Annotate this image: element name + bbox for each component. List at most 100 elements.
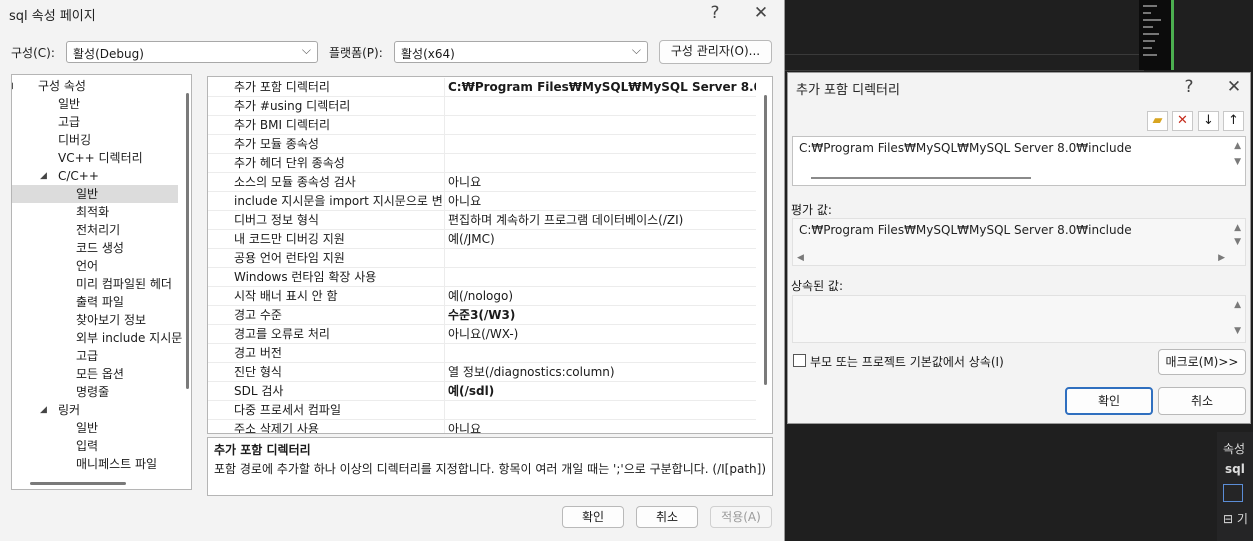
config-combo[interactable]: 활성(Debug) ⌵: [66, 41, 318, 63]
expand-icon[interactable]: ◢: [12, 77, 13, 95]
tree-item[interactable]: 명령줄: [12, 383, 178, 401]
include-ok-button[interactable]: 확인: [1065, 387, 1153, 415]
config-value: 활성(Debug): [73, 47, 144, 61]
tree-item[interactable]: 일반: [12, 185, 178, 203]
tree-item[interactable]: ◢ 구성 속성: [12, 77, 178, 95]
close-button[interactable]: ✕: [1223, 76, 1245, 98]
property-row[interactable]: 다중 프로세서 컴파일: [208, 401, 756, 420]
property-value[interactable]: 예(/JMC): [448, 230, 756, 249]
property-value[interactable]: 예(/nologo): [448, 287, 756, 306]
tree-item[interactable]: ◢ C/C++: [12, 167, 178, 185]
property-value[interactable]: 열 정보(/diagnostics:column): [448, 363, 756, 382]
property-value[interactable]: 예(/sdl): [448, 382, 756, 401]
property-name: 추가 #using 디렉터리: [234, 99, 351, 113]
close-button[interactable]: ✕: [750, 2, 772, 24]
property-value[interactable]: 편집하며 계속하기 프로그램 데이터베이스(/ZI): [448, 211, 756, 230]
property-value[interactable]: 아니요: [448, 192, 756, 211]
scroll-left-icon[interactable]: ◀: [797, 253, 804, 263]
property-row[interactable]: 추가 #using 디렉터리: [208, 97, 756, 116]
property-row[interactable]: 경고 수준 수준3(/W3): [208, 306, 756, 325]
property-row[interactable]: 추가 헤더 단위 종속성: [208, 154, 756, 173]
move-down-icon[interactable]: ↓: [1198, 111, 1219, 131]
expand-icon[interactable]: ◢: [40, 401, 47, 419]
tree-item[interactable]: 출력 파일: [12, 293, 178, 311]
property-row[interactable]: 디버그 정보 형식 편집하며 계속하기 프로그램 데이터베이스(/ZI): [208, 211, 756, 230]
property-value[interactable]: 아니요: [448, 420, 756, 433]
new-folder-icon[interactable]: ▰: [1147, 111, 1168, 131]
config-manager-button[interactable]: 구성 관리자(O)...: [659, 40, 772, 64]
tree-item[interactable]: 코드 생성: [12, 239, 178, 257]
property-name: 주소 삭제기 사용: [234, 422, 319, 434]
tree-item[interactable]: 외부 include 지시문: [12, 329, 182, 347]
property-row[interactable]: 추가 모듈 종속성: [208, 135, 756, 154]
property-row[interactable]: SDL 검사 예(/sdl): [208, 382, 756, 401]
property-row[interactable]: 소스의 모듈 종속성 검사 아니요: [208, 173, 756, 192]
property-row[interactable]: 추가 BMI 디렉터리: [208, 116, 756, 135]
property-row[interactable]: 경고를 오류로 처리 아니요(/WX-): [208, 325, 756, 344]
tree-item-label: 일반: [76, 421, 99, 435]
evaluated-value: C:₩Program Files₩MySQL₩MySQL Server 8.0₩…: [799, 223, 1132, 237]
property-row[interactable]: 경고 버전: [208, 344, 756, 363]
tree-item[interactable]: 매니페스트 파일: [12, 455, 178, 473]
inherit-checkbox[interactable]: [793, 354, 806, 367]
tree-item[interactable]: 입력: [12, 437, 178, 455]
tree-vertical-scrollbar[interactable]: [186, 93, 189, 389]
platform-combo[interactable]: 활성(x64) ⌵: [394, 41, 648, 63]
property-value[interactable]: C:₩Program Files₩MySQL₩MySQL Server 8.0₩…: [448, 78, 756, 97]
tree-horizontal-scrollbar[interactable]: [30, 482, 126, 485]
property-value[interactable]: 아니요(/WX-): [448, 325, 756, 344]
scroll-down-icon[interactable]: ▼: [1234, 326, 1241, 336]
scroll-right-icon[interactable]: ▶: [1218, 253, 1225, 263]
scroll-down-icon[interactable]: ▼: [1234, 237, 1241, 247]
tree-item[interactable]: 고급: [12, 347, 178, 365]
tree-item[interactable]: 일반: [12, 419, 178, 437]
property-row[interactable]: 주소 삭제기 사용 아니요: [208, 420, 756, 434]
property-row[interactable]: include 지시문을 import 지시문으로 변 아니요: [208, 192, 756, 211]
apply-button[interactable]: 적용(A): [710, 506, 772, 528]
scroll-up-icon[interactable]: ▲: [1234, 223, 1241, 233]
tree-item-label: 출력 파일: [76, 295, 124, 309]
tree-item[interactable]: 일반: [12, 95, 178, 113]
tree-item[interactable]: 모든 옵션: [12, 365, 178, 383]
move-up-icon[interactable]: ↑: [1223, 111, 1244, 131]
tree-item[interactable]: 고급: [12, 113, 178, 131]
tree-item[interactable]: VC++ 디렉터리: [12, 149, 178, 167]
inherit-checkbox-label[interactable]: 부모 또는 프로젝트 기본값에서 상속(I): [810, 353, 1004, 370]
column-divider: [444, 344, 445, 363]
tree-item[interactable]: 전처리기: [12, 221, 178, 239]
horizontal-scrollbar[interactable]: [811, 177, 1031, 179]
macro-button[interactable]: 매크로(M)>>: [1158, 349, 1246, 375]
tree-item[interactable]: 언어: [12, 257, 178, 275]
directory-list[interactable]: C:₩Program Files₩MySQL₩MySQL Server 8.0₩…: [792, 136, 1246, 186]
expand-icon[interactable]: ◢: [40, 167, 47, 185]
directory-entry[interactable]: C:₩Program Files₩MySQL₩MySQL Server 8.0₩…: [799, 141, 1132, 155]
tree-item[interactable]: 찾아보기 정보: [12, 311, 178, 329]
include-cancel-button[interactable]: 취소: [1158, 387, 1246, 415]
help-button[interactable]: ?: [1178, 76, 1200, 98]
grid-view-icon[interactable]: [1223, 484, 1243, 502]
cancel-button[interactable]: 취소: [636, 506, 698, 528]
help-button[interactable]: ?: [704, 2, 726, 24]
config-label: 구성(C):: [11, 46, 55, 60]
property-row[interactable]: Windows 런타임 확장 사용: [208, 268, 756, 287]
property-row[interactable]: 공용 언어 런타임 지원: [208, 249, 756, 268]
scroll-down-icon[interactable]: ▼: [1234, 157, 1241, 167]
property-row[interactable]: 진단 형식 열 정보(/diagnostics:column): [208, 363, 756, 382]
evaluated-label: 평가 값:: [791, 203, 832, 217]
tree-item-label: 고급: [76, 349, 99, 363]
scroll-up-icon[interactable]: ▲: [1234, 300, 1241, 310]
delete-icon[interactable]: ✕: [1172, 111, 1193, 131]
grid-vertical-scrollbar[interactable]: [764, 95, 767, 385]
tree-item[interactable]: 최적화: [12, 203, 178, 221]
tree-item[interactable]: 미리 컴파일된 헤더: [12, 275, 178, 293]
tree-item[interactable]: 디버깅: [12, 131, 178, 149]
property-value[interactable]: 수준3(/W3): [448, 306, 756, 325]
property-value[interactable]: 아니요: [448, 173, 756, 192]
property-row[interactable]: 추가 포함 디렉터리 C:₩Program Files₩MySQL₩MySQL S…: [208, 78, 756, 97]
property-row[interactable]: 내 코드만 디버깅 지원 예(/JMC): [208, 230, 756, 249]
scroll-up-icon[interactable]: ▲: [1234, 141, 1241, 151]
property-name: 시작 배너 표시 안 함: [234, 289, 338, 303]
tree-item[interactable]: ◢ 링커: [12, 401, 178, 419]
ok-button[interactable]: 확인: [562, 506, 624, 528]
property-row[interactable]: 시작 배너 표시 안 함 예(/nologo): [208, 287, 756, 306]
